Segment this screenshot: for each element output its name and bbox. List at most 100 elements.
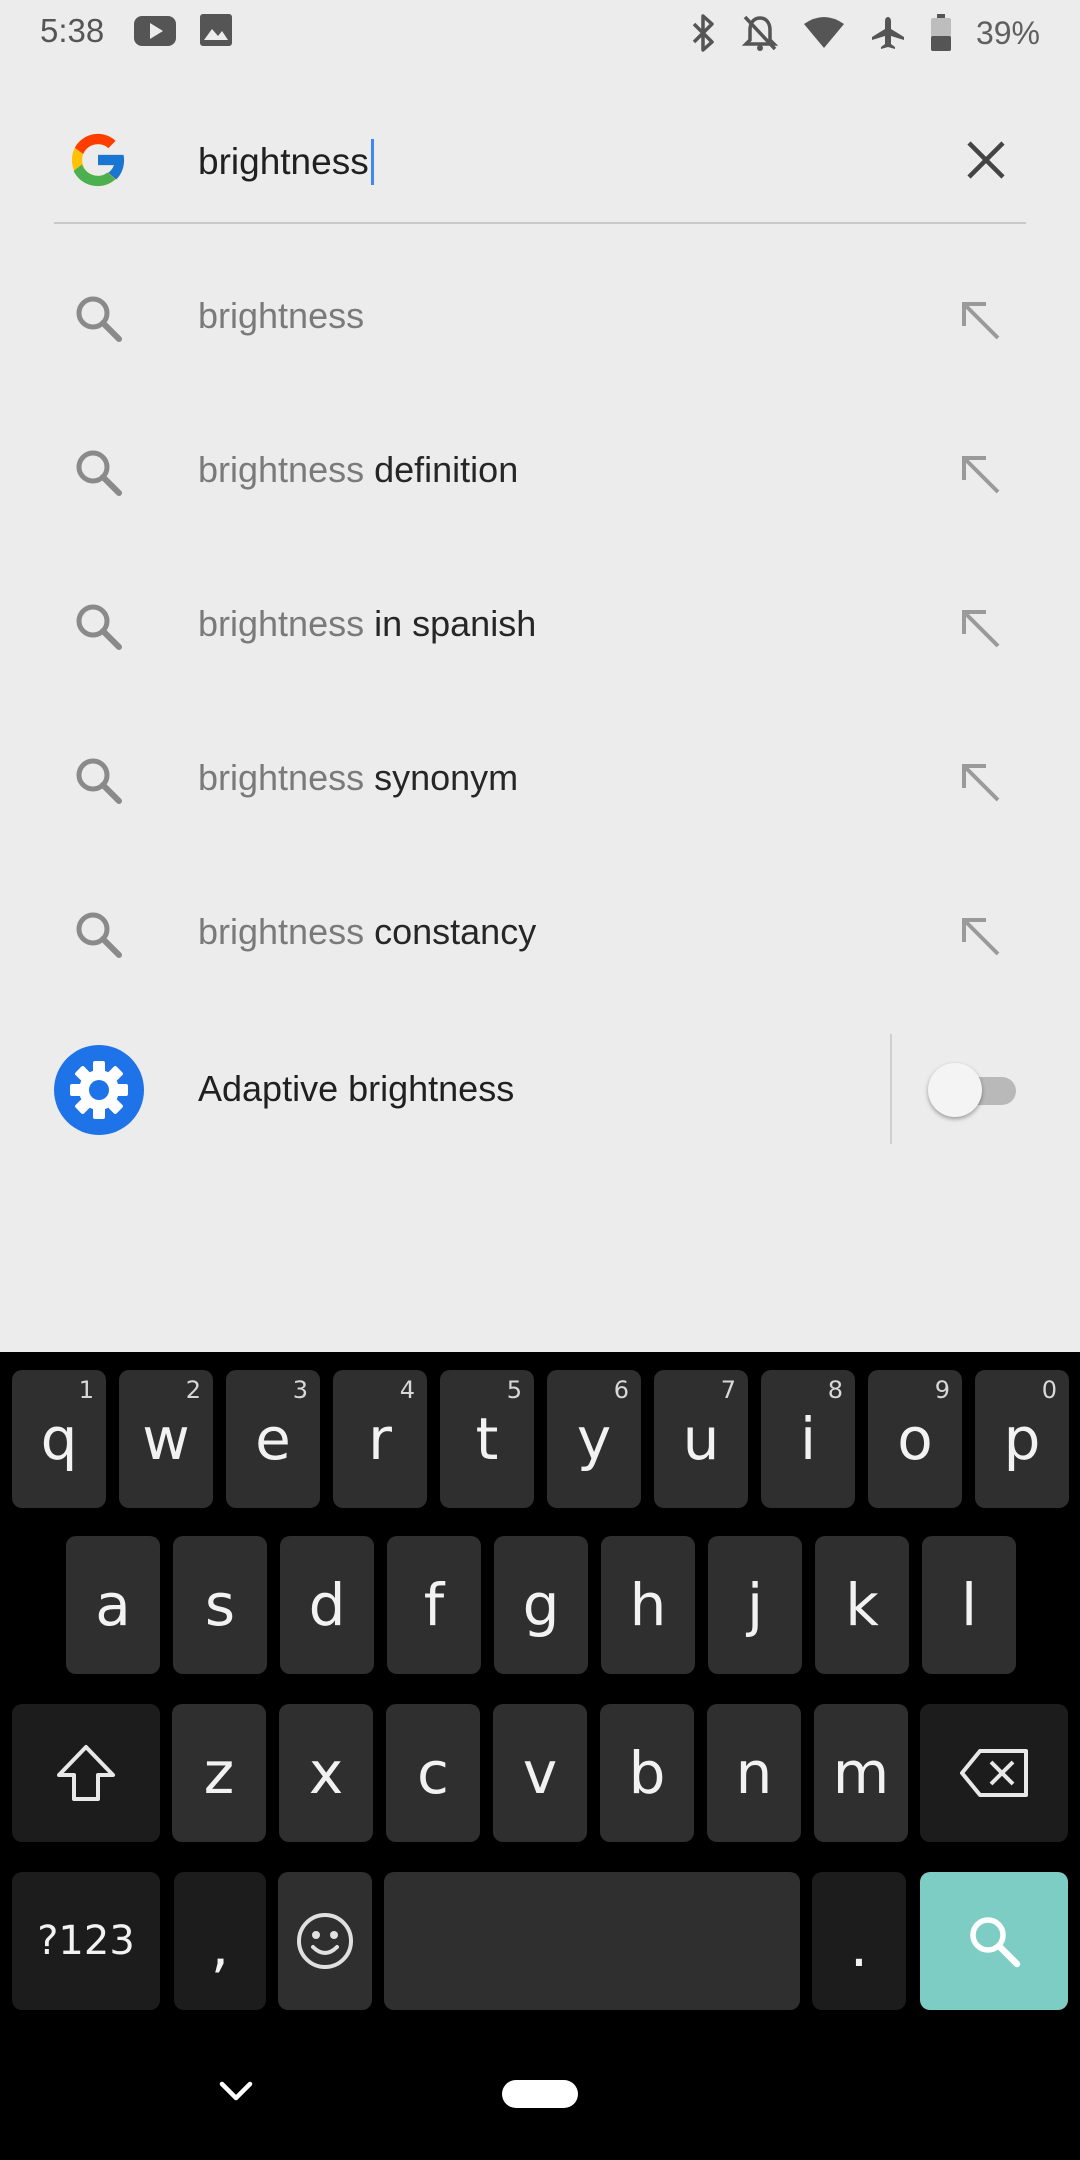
key-r[interactable]: r4 [333, 1370, 427, 1508]
key-w[interactable]: w2 [119, 1370, 213, 1508]
search-icon [76, 296, 122, 342]
adaptive-brightness-toggle[interactable] [928, 1063, 1020, 1117]
hide-keyboard-chevron-icon[interactable] [218, 2080, 254, 2104]
suggestion-item[interactable]: brightness in spanish [0, 550, 1080, 704]
emoji-icon [297, 1913, 353, 1969]
suggestion-item[interactable]: brightness synonym [0, 704, 1080, 858]
key-s[interactable]: s [173, 1536, 267, 1674]
key-label: p [1003, 1405, 1041, 1473]
key-e[interactable]: e3 [226, 1370, 320, 1508]
suggestion-text: brightness [198, 295, 364, 337]
key-v[interactable]: v [493, 1704, 587, 1842]
key-n[interactable]: n [707, 1704, 801, 1842]
suggestion-prefix: brightness [198, 295, 365, 336]
key-y[interactable]: y6 [547, 1370, 641, 1508]
key-m[interactable]: m [814, 1704, 908, 1842]
key-label: y [576, 1405, 612, 1473]
backspace-key[interactable] [920, 1704, 1068, 1842]
search-icon [970, 1917, 1021, 1968]
key-hint: 3 [292, 1376, 308, 1404]
key-f[interactable]: f [387, 1536, 481, 1674]
notifications-off-icon [741, 15, 778, 51]
google-g-logo [71, 133, 126, 187]
suggestion-prefix: brightness [198, 911, 365, 952]
key-g[interactable]: g [494, 1536, 588, 1674]
symbols-key[interactable]: ?123 [12, 1872, 160, 2010]
fill-query-arrow-icon[interactable] [958, 760, 1004, 806]
backspace-icon [960, 1749, 1028, 1797]
status-bar: 5:38 39% [0, 0, 1080, 66]
suggestion-text: brightness in spanish [198, 603, 536, 645]
key-h[interactable]: h [601, 1536, 695, 1674]
key-label: w [142, 1405, 190, 1473]
fill-query-arrow-icon[interactable] [958, 452, 1004, 498]
settings-gear-icon [54, 1045, 144, 1135]
suggestion-list: brightness brightness definition brightn… [0, 242, 1080, 1012]
key-hint: 0 [1041, 1376, 1057, 1404]
key-i[interactable]: i8 [761, 1370, 855, 1508]
status-icons: 39% [688, 10, 1040, 56]
key-l[interactable]: l [922, 1536, 1016, 1674]
search-icon [76, 912, 122, 958]
key-label: u [682, 1405, 720, 1473]
key-o[interactable]: o9 [868, 1370, 962, 1508]
suggestion-prefix: brightness [198, 603, 365, 644]
bluetooth-icon [692, 14, 714, 52]
close-icon[interactable] [956, 130, 1016, 190]
search-input[interactable]: brightness [198, 136, 374, 188]
shift-key[interactable] [12, 1704, 160, 1842]
suggestion-item[interactable]: brightness constancy [0, 858, 1080, 1012]
key-d[interactable]: d [280, 1536, 374, 1674]
key-z[interactable]: z [172, 1704, 266, 1842]
key-hint: 2 [185, 1376, 201, 1404]
key-hint: 5 [506, 1376, 522, 1404]
text-cursor [370, 139, 374, 185]
key-hint: 6 [613, 1376, 629, 1404]
wifi-icon [803, 17, 844, 48]
key-label: q [40, 1405, 78, 1473]
battery-icon [930, 14, 951, 51]
key-a[interactable]: a [66, 1536, 160, 1674]
key-p[interactable]: p0 [975, 1370, 1069, 1508]
suggestion-suffix: definition [364, 449, 519, 490]
search-icon [76, 604, 122, 650]
key-k[interactable]: k [815, 1536, 909, 1674]
suggestion-item[interactable]: brightness definition [0, 396, 1080, 550]
key-j[interactable]: j [708, 1536, 802, 1674]
toggle-knob [928, 1063, 982, 1117]
youtube-icon [134, 16, 176, 46]
suggestion-text: brightness synonym [198, 757, 518, 799]
suggestion-text: brightness constancy [198, 911, 536, 953]
key-hint: 1 [78, 1376, 94, 1404]
space-key[interactable] [384, 1872, 800, 2010]
key-t[interactable]: t5 [440, 1370, 534, 1508]
key-hint: 9 [934, 1376, 950, 1404]
search-query: brightness [198, 141, 369, 182]
key-c[interactable]: c [386, 1704, 480, 1842]
search-enter-key[interactable] [920, 1872, 1068, 2010]
key-hint: 4 [399, 1376, 415, 1404]
keyboard: q1w2e3r4t5y6u7i8o9p0 asdfghjkl zxcvbnm ?… [0, 1352, 1080, 2160]
period-key[interactable]: . [812, 1872, 906, 2010]
fill-query-arrow-icon[interactable] [958, 298, 1004, 344]
search-bar[interactable]: brightness [54, 112, 1026, 224]
key-x[interactable]: x [279, 1704, 373, 1842]
suggestion-item[interactable]: brightness [0, 242, 1080, 396]
key-u[interactable]: u7 [654, 1370, 748, 1508]
key-b[interactable]: b [600, 1704, 694, 1842]
key-label: i [799, 1405, 817, 1473]
suggestion-suffix: constancy [364, 911, 537, 952]
status-time: 5:38 [40, 12, 105, 49]
fill-query-arrow-icon[interactable] [958, 606, 1004, 652]
comma-key[interactable]: , [174, 1872, 266, 2010]
setting-label[interactable]: Adaptive brightness [198, 1068, 514, 1110]
home-pill[interactable] [502, 2080, 578, 2108]
fill-query-arrow-icon[interactable] [958, 914, 1004, 960]
search-icon [76, 758, 122, 804]
key-q[interactable]: q1 [12, 1370, 106, 1508]
key-label: o [897, 1405, 933, 1473]
suggestion-suffix: synonym [364, 757, 519, 798]
suggestion-prefix: brightness [198, 757, 365, 798]
emoji-key[interactable] [278, 1872, 372, 2010]
shift-icon [57, 1745, 115, 1801]
